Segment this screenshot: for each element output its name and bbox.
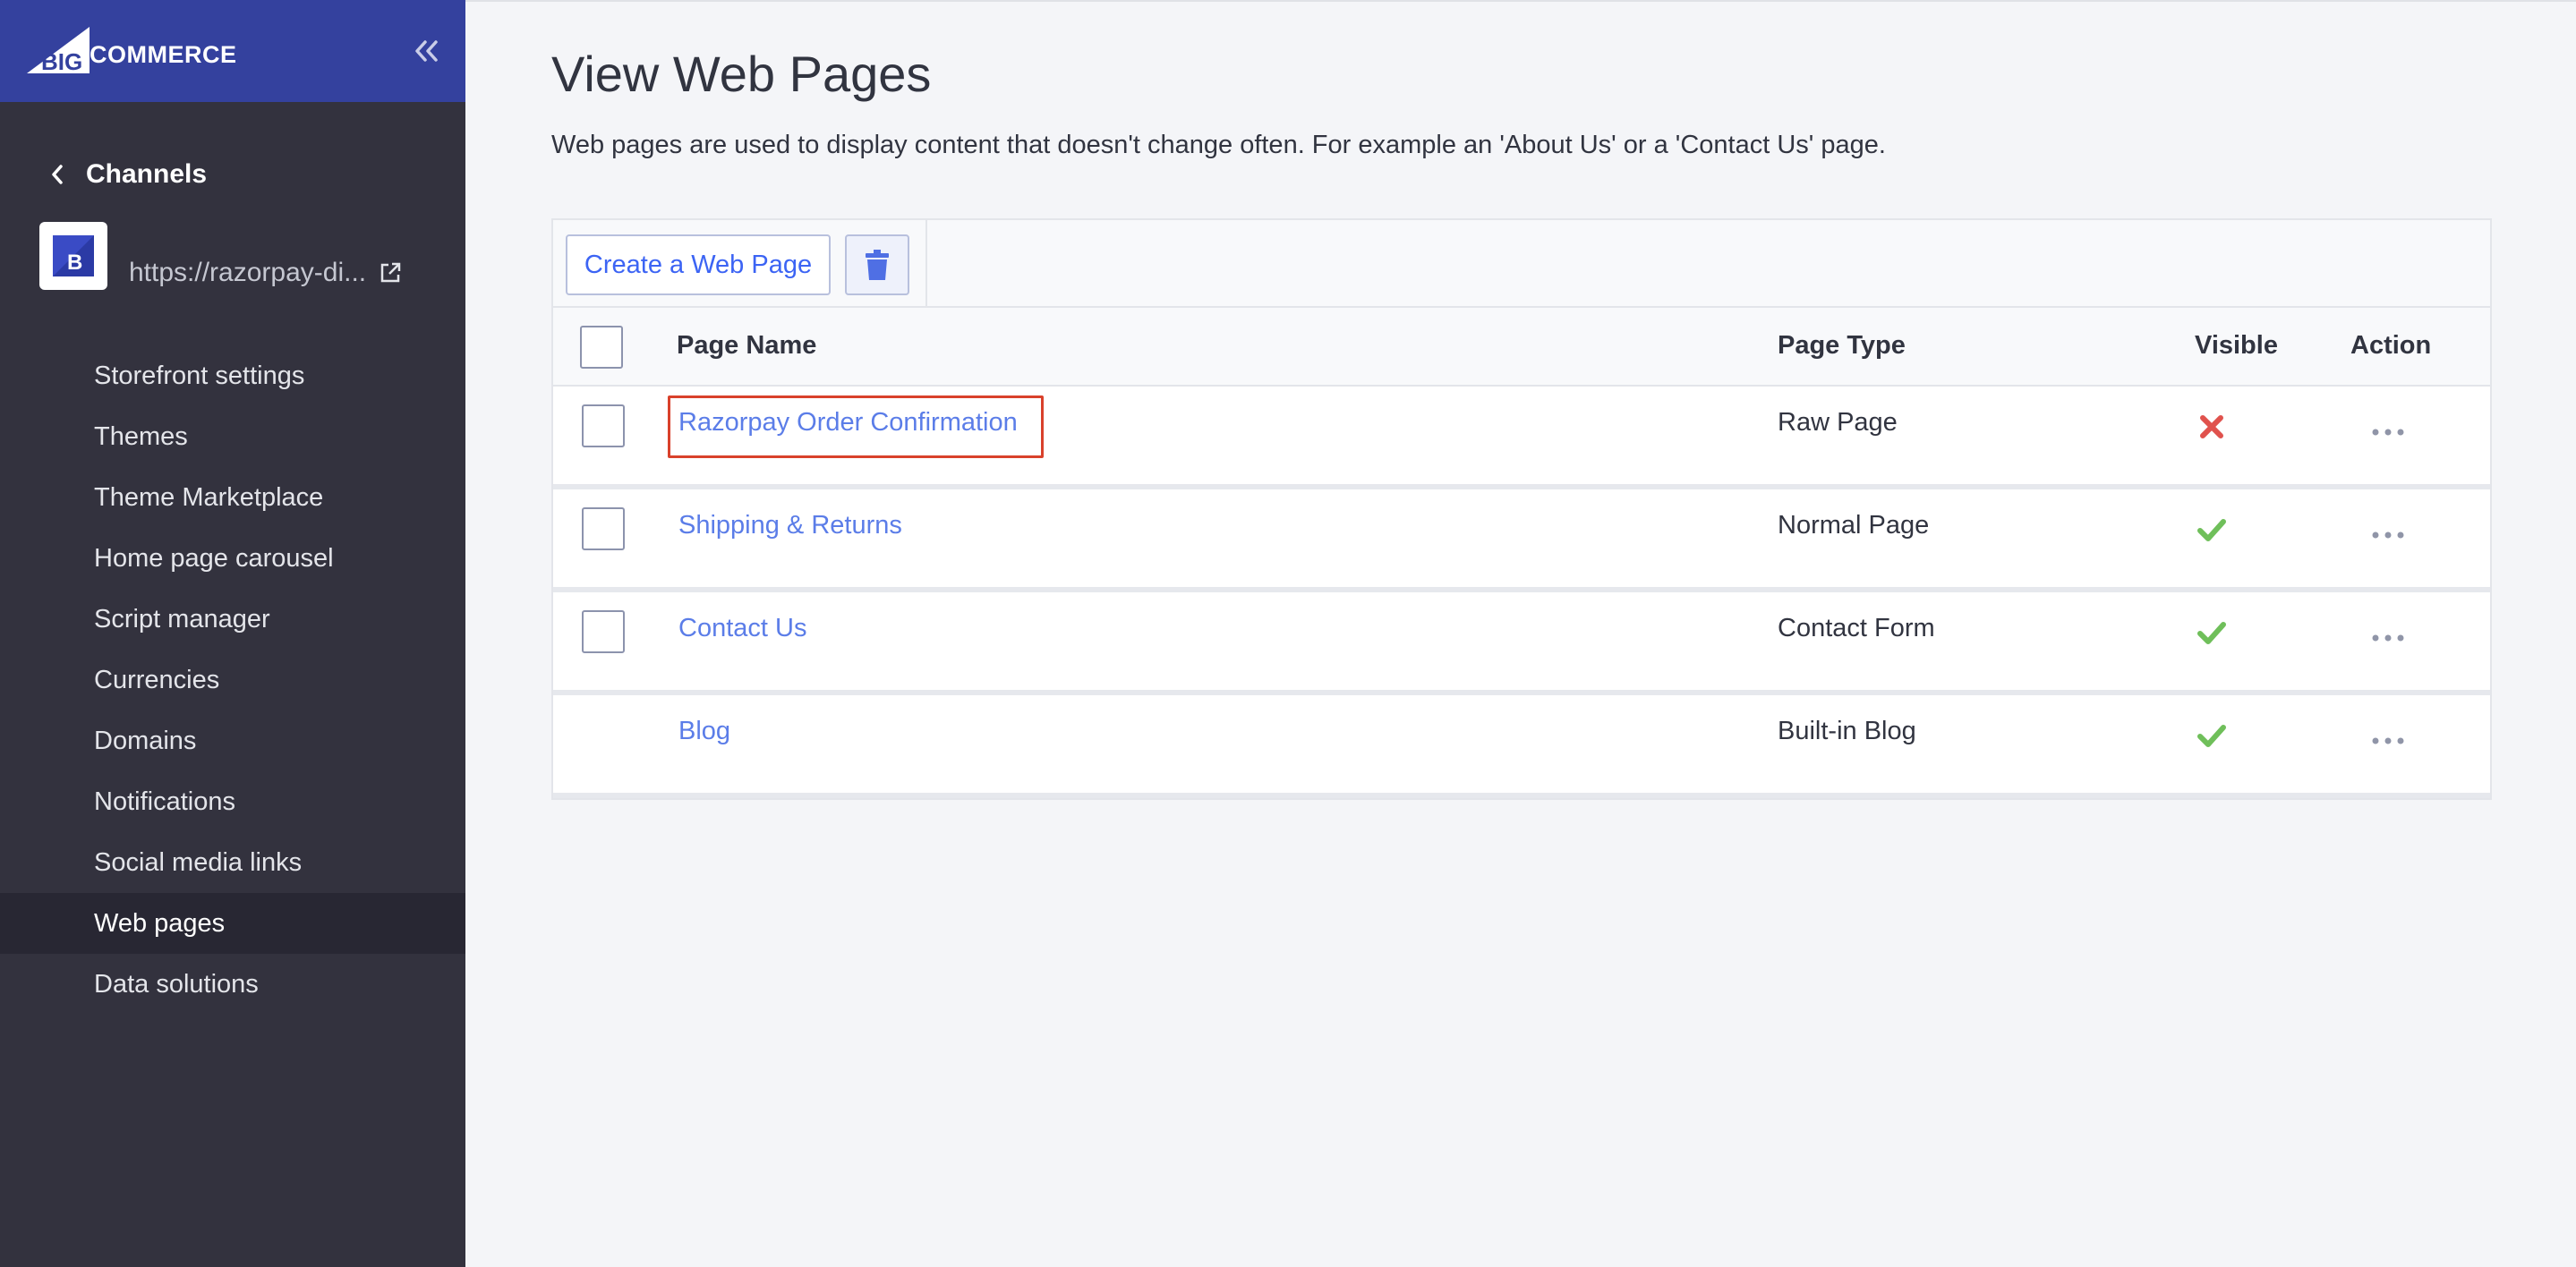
sidebar-item-data-solutions[interactable]: Data solutions (0, 954, 465, 1015)
table-row: Shipping & Returns Normal Page (553, 489, 2490, 592)
sidebar-item-notifications[interactable]: Notifications (0, 771, 465, 832)
main-content: View Web Pages Web pages are used to dis… (465, 0, 2576, 1267)
bigcommerce-logo[interactable]: BIG COMMERCE (27, 27, 236, 73)
sidebar-item-home-page-carousel[interactable]: Home page carousel (0, 528, 465, 589)
visible-check-icon (2197, 519, 2226, 541)
collapse-sidebar-icon[interactable] (414, 39, 439, 63)
visible-check-icon (2197, 725, 2226, 747)
sidebar: BIG COMMERCE Channels B https://razorpay… (0, 0, 465, 1267)
sidebar-item-theme-marketplace[interactable]: Theme Marketplace (0, 467, 465, 528)
chevron-left-icon (52, 165, 63, 184)
more-actions-icon[interactable] (2370, 632, 2406, 644)
select-all-checkbox[interactable] (580, 326, 623, 369)
store-row: B https://razorpay-di... (39, 222, 402, 290)
table-header: Page Name Page Type Visible Action (553, 308, 2490, 387)
page-title: View Web Pages (551, 46, 932, 102)
store-logo-icon: B (53, 235, 94, 276)
channels-label: Channels (86, 159, 208, 189)
page-type: Raw Page (1778, 408, 1898, 437)
sidebar-item-script-manager[interactable]: Script manager (0, 589, 465, 650)
svg-text:B: B (67, 251, 82, 275)
page-name-link[interactable]: Shipping & Returns (678, 511, 902, 540)
table-row: Blog Built-in Blog (553, 695, 2490, 798)
brand-bar: BIG COMMERCE (0, 0, 465, 102)
row-checkbox[interactable] (582, 404, 625, 447)
row-checkbox[interactable] (582, 507, 625, 550)
more-actions-icon[interactable] (2370, 735, 2406, 747)
channels-back-link[interactable]: Channels (50, 159, 207, 190)
external-link-icon[interactable] (379, 261, 402, 285)
sidebar-item-web-pages[interactable]: Web pages (0, 893, 465, 954)
page-name-link[interactable]: Razorpay Order Confirmation (678, 408, 1018, 438)
column-header-page-name[interactable]: Page Name (677, 331, 816, 361)
sidebar-item-social-media-links[interactable]: Social media links (0, 832, 465, 893)
more-actions-icon[interactable] (2370, 529, 2406, 541)
visible-check-icon (2197, 622, 2226, 644)
trash-icon (866, 250, 889, 280)
channel-nav: Storefront settings Themes Theme Marketp… (0, 345, 465, 1015)
delete-button[interactable] (845, 234, 909, 295)
sidebar-item-domains[interactable]: Domains (0, 710, 465, 771)
sidebar-item-storefront-settings[interactable]: Storefront settings (0, 345, 465, 406)
svg-text:BIG: BIG (41, 48, 82, 73)
logo-mark-icon: BIG (27, 27, 90, 73)
table-toolbar: Create a Web Page (553, 220, 2490, 308)
toolbar-divider (925, 220, 927, 306)
store-url[interactable]: https://razorpay-di... (129, 258, 402, 288)
column-header-visible[interactable]: Visible (2195, 331, 2278, 361)
table-row: Contact Us Contact Form (553, 592, 2490, 695)
web-pages-table: Create a Web Page Page Name Page Type Vi… (551, 218, 2492, 800)
page-type: Normal Page (1778, 511, 1930, 540)
page-description: Web pages are used to display content th… (551, 131, 1886, 159)
more-actions-icon[interactable] (2370, 426, 2406, 438)
logo-text: COMMERCE (90, 41, 237, 68)
column-header-page-type[interactable]: Page Type (1778, 331, 1906, 361)
store-url-text: https://razorpay-di... (129, 258, 367, 287)
store-avatar: B (39, 222, 107, 290)
page-name-link[interactable]: Contact Us (678, 614, 806, 643)
sidebar-item-themes[interactable]: Themes (0, 406, 465, 467)
page-type: Contact Form (1778, 614, 1935, 642)
create-web-page-button[interactable]: Create a Web Page (566, 234, 831, 295)
table-row: Razorpay Order Confirmation Raw Page (553, 387, 2490, 489)
page-name-link[interactable]: Blog (678, 717, 730, 746)
sidebar-item-currencies[interactable]: Currencies (0, 650, 465, 710)
page-type: Built-in Blog (1778, 717, 1916, 745)
not-visible-x-icon (2200, 415, 2223, 438)
column-header-action: Action (2350, 331, 2432, 360)
row-checkbox[interactable] (582, 610, 625, 653)
